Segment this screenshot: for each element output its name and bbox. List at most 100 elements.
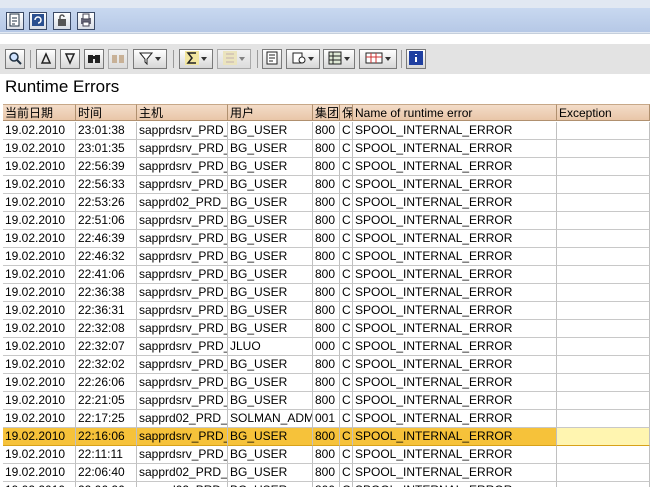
table-cell[interactable]: C	[340, 122, 353, 140]
table-row[interactable]: 19.02.2010 22:36:31 sapprdsrv_PRD_0 BG_USER…	[3, 302, 650, 320]
table-cell[interactable]: 22:32:08	[76, 320, 137, 338]
table-cell[interactable]: 22:16:06	[76, 428, 137, 446]
table-cell[interactable]: 800	[313, 464, 340, 482]
table-cell[interactable]: 001	[313, 410, 340, 428]
table-cell[interactable]: BG_USER	[228, 248, 313, 266]
table-cell[interactable]: 23:01:35	[76, 140, 137, 158]
subtotal-button[interactable]	[217, 49, 251, 69]
column-header[interactable]: Exception	[557, 104, 650, 121]
table-cell[interactable]: sapprdsrv_PRD_0	[137, 158, 228, 176]
table-row[interactable]: 19.02.2010 22:51:06 sapprdsrv_PRD_0 BG_USER…	[3, 212, 650, 230]
table-cell[interactable]	[557, 356, 650, 374]
table-cell[interactable]: 22:26:06	[76, 374, 137, 392]
table-cell[interactable]: C	[340, 194, 353, 212]
table-cell[interactable]: sapprdsrv_PRD_0	[137, 122, 228, 140]
table-cell[interactable]: 22:36:31	[76, 302, 137, 320]
sort-ascending-button[interactable]	[36, 49, 56, 69]
table-cell[interactable]: C	[340, 428, 353, 446]
table-cell[interactable]: 19.02.2010	[3, 410, 76, 428]
table-cell[interactable]: 19.02.2010	[3, 446, 76, 464]
table-cell[interactable]	[557, 176, 650, 194]
table-row[interactable]: 19.02.2010 23:01:35 sapprdsrv_PRD_0 BG_USER…	[3, 140, 650, 158]
table-cell[interactable]: SPOOL_INTERNAL_ERROR	[353, 374, 557, 392]
table-cell[interactable]: 22:36:38	[76, 284, 137, 302]
table-row[interactable]: 19.02.2010 22:32:02 sapprdsrv_PRD_0 BG_USER…	[3, 356, 650, 374]
table-cell[interactable]: sapprdsrv_PRD_0	[137, 140, 228, 158]
table-cell[interactable]: 800	[313, 446, 340, 464]
table-cell[interactable]: BG_USER	[228, 176, 313, 194]
table-cell[interactable]: 800	[313, 302, 340, 320]
table-cell[interactable]	[557, 194, 650, 212]
table-row[interactable]: 19.02.2010 22:53:26 sapprd02_PRD_0 BG_USER 8…	[3, 194, 650, 212]
table-row[interactable]: 19.02.2010 22:56:33 sapprdsrv_PRD_0 BG_USER…	[3, 176, 650, 194]
table-cell[interactable]: 800	[313, 194, 340, 212]
table-cell[interactable]: sapprdsrv_PRD_0	[137, 320, 228, 338]
table-cell[interactable]: 800	[313, 428, 340, 446]
table-cell[interactable]: BG_USER	[228, 464, 313, 482]
table-cell[interactable]: sapprdsrv_PRD_0	[137, 356, 228, 374]
table-cell[interactable]: sapprd02_PRD_0	[137, 194, 228, 212]
table-cell[interactable]: SPOOL_INTERNAL_ERROR	[353, 338, 557, 356]
table-cell[interactable]: SPOOL_INTERNAL_ERROR	[353, 140, 557, 158]
lock-button[interactable]	[53, 12, 71, 30]
table-row[interactable]: 19.02.2010 22:11:11 sapprdsrv_PRD_0 BG_USER…	[3, 446, 650, 464]
table-cell[interactable]	[557, 140, 650, 158]
table-cell[interactable]: 800	[313, 140, 340, 158]
table-cell[interactable]: SPOOL_INTERNAL_ERROR	[353, 122, 557, 140]
table-cell[interactable]: C	[340, 266, 353, 284]
sort-descending-button[interactable]	[60, 49, 80, 69]
table-cell[interactable]: 23:01:38	[76, 122, 137, 140]
table-row[interactable]: 19.02.2010 22:36:38 sapprdsrv_PRD_0 BG_USER…	[3, 284, 650, 302]
table-cell[interactable]: SPOOL_INTERNAL_ERROR	[353, 230, 557, 248]
table-cell[interactable]: 800	[313, 248, 340, 266]
layout-button[interactable]	[359, 49, 397, 69]
table-row[interactable]: 19.02.2010 23:01:38 sapprdsrv_PRD_0 BG_USER…	[3, 122, 650, 140]
find-next-button[interactable]	[108, 49, 128, 69]
table-cell[interactable]: SPOOL_INTERNAL_ERROR	[353, 158, 557, 176]
table-cell[interactable]	[557, 374, 650, 392]
table-cell[interactable]: sapprdsrv_PRD_0	[137, 284, 228, 302]
table-cell[interactable]: 19.02.2010	[3, 122, 76, 140]
table-row[interactable]: 19.02.201022:06:26sapprd02_PRD_0BG_USER8…	[3, 482, 650, 487]
table-cell[interactable]: C	[340, 392, 353, 410]
table-row[interactable]: 19.02.2010 22:46:39 sapprdsrv_PRD_0 BG_USER…	[3, 230, 650, 248]
table-cell[interactable]: SPOOL_INTERNAL_ERROR	[353, 392, 557, 410]
table-cell[interactable]: 22:21:05	[76, 392, 137, 410]
table-cell[interactable]	[557, 266, 650, 284]
table-cell[interactable]: BG_USER	[228, 158, 313, 176]
table-cell[interactable]: C	[340, 302, 353, 320]
table-cell[interactable]: 19.02.2010	[3, 194, 76, 212]
table-cell[interactable]: 19.02.2010	[3, 374, 76, 392]
table-cell[interactable]: 22:56:33	[76, 176, 137, 194]
table-cell[interactable]: C	[340, 374, 353, 392]
table-cell[interactable]: 22:32:02	[76, 356, 137, 374]
table-row[interactable]: 19.02.2010 22:46:32 sapprdsrv_PRD_0 BG_USER…	[3, 248, 650, 266]
table-cell[interactable]: 19.02.2010	[3, 428, 76, 446]
spreadsheet-button[interactable]	[323, 49, 355, 69]
table-cell[interactable]: 22:32:07	[76, 338, 137, 356]
table-cell[interactable]: 22:53:26	[76, 194, 137, 212]
table-row[interactable]: 19.02.2010 22:32:07 sapprdsrv_PRD_0 JLUO 000…	[3, 338, 650, 356]
table-cell[interactable]: C	[340, 284, 353, 302]
table-cell[interactable]: SPOOL_INTERNAL_ERROR	[353, 284, 557, 302]
sum-button[interactable]	[179, 49, 213, 69]
filter-button[interactable]	[133, 49, 167, 69]
table-cell[interactable]: sapprdsrv_PRD_0	[137, 374, 228, 392]
table-cell[interactable]: sapprd02_PRD_0	[137, 410, 228, 428]
table-row[interactable]: 19.02.2010 22:06:40 sapprd02_PRD_0 BG_USER 8…	[3, 464, 650, 482]
table-cell[interactable]: SPOOL_INTERNAL_ERROR	[353, 212, 557, 230]
table-cell[interactable]: sapprdsrv_PRD_0	[137, 266, 228, 284]
table-cell[interactable]: C	[340, 446, 353, 464]
info-button[interactable]	[406, 49, 426, 69]
column-header[interactable]: 用户	[228, 104, 313, 121]
table-cell[interactable]: sapprdsrv_PRD_0	[137, 428, 228, 446]
table-cell[interactable]: 800	[313, 230, 340, 248]
table-cell[interactable]: sapprdsrv_PRD_0	[137, 248, 228, 266]
table-cell[interactable]: 800	[313, 122, 340, 140]
table-cell[interactable]: 22:06:40	[76, 464, 137, 482]
table-cell[interactable]: sapprdsrv_PRD_0	[137, 338, 228, 356]
table-cell[interactable]: C	[340, 338, 353, 356]
table-cell[interactable]: SOLMAN_ADMIN	[228, 410, 313, 428]
table-cell[interactable]: 800	[313, 374, 340, 392]
table-cell[interactable]	[557, 122, 650, 140]
